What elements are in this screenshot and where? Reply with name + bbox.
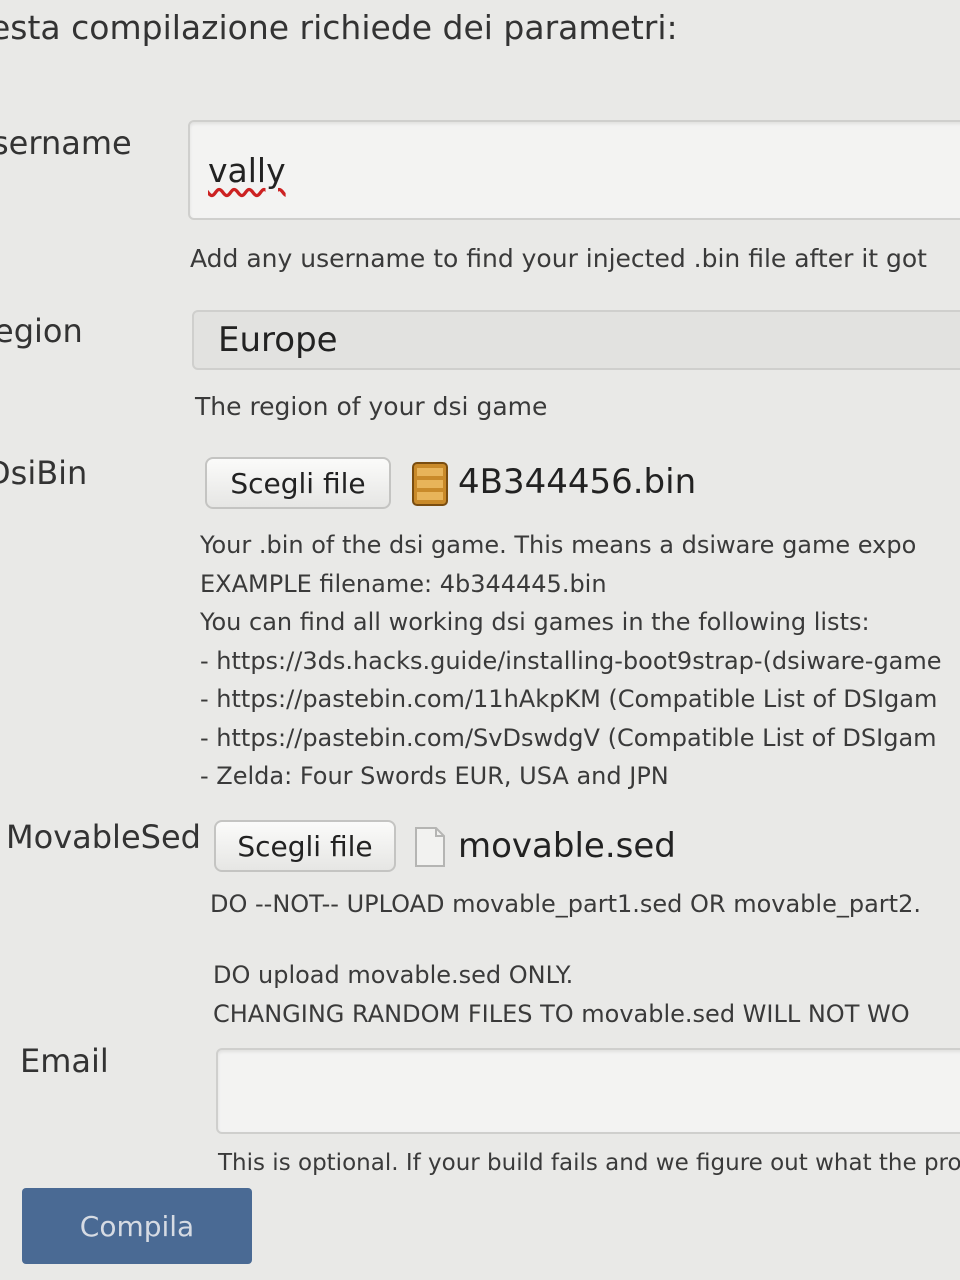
region-label: egion (0, 312, 83, 350)
compila-submit-button[interactable]: Compila (22, 1188, 252, 1264)
movablesed-choose-file-button[interactable]: Scegli file (214, 820, 396, 872)
movablesed-help: DO upload movable.sed ONLY. CHANGING RAN… (213, 956, 910, 1033)
username-value: vally (208, 150, 286, 190)
dsibin-help-link[interactable]: - https://3ds.hacks.guide/installing-boo… (200, 642, 942, 681)
compile-form-page: esta compilazione richiede dei parametri… (0, 0, 960, 1280)
email-input[interactable] (216, 1048, 960, 1134)
dsibin-help-link[interactable]: - https://pastebin.com/11hAkpKM (Compati… (200, 680, 942, 719)
dsibin-help-line: You can find all working dsi games in th… (200, 608, 870, 636)
email-label: Email (20, 1042, 109, 1080)
movablesed-help-line: DO upload movable.sed ONLY. (213, 961, 574, 989)
dsibin-help-link[interactable]: - https://pastebin.com/SvDswdgV (Compati… (200, 719, 942, 758)
username-help: Add any username to find your injected .… (190, 244, 927, 273)
dsibin-help-line: EXAMPLE filename: 4b344445.bin (200, 569, 607, 598)
username-label: sername (0, 124, 132, 162)
movablesed-warning: DO --NOT-- UPLOAD movable_part1.sed OR m… (210, 890, 921, 918)
dsibin-help-line: - Zelda: Four Swords EUR, USA and JPN (200, 762, 669, 790)
username-input[interactable]: vally (188, 120, 960, 220)
movablesed-help-line: CHANGING RANDOM FILES TO movable.sed WIL… (213, 999, 910, 1028)
blank-file-icon (414, 826, 446, 872)
form-heading: esta compilazione richiede dei parametri… (0, 8, 678, 47)
dsibin-file-name: 4B344456.bin (458, 462, 697, 502)
movablesed-file-name: movable.sed (458, 826, 676, 866)
bin-file-icon (412, 462, 448, 510)
email-help: This is optional. If your build fails an… (218, 1150, 960, 1176)
movablesed-label: MovableSed (6, 818, 201, 856)
region-select[interactable]: Europe (192, 310, 960, 370)
region-help: The region of your dsi game (195, 392, 548, 421)
dsibin-choose-file-button[interactable]: Scegli file (205, 457, 391, 509)
region-selected-value: Europe (218, 320, 338, 360)
dsibin-label: DsiBin (0, 454, 88, 492)
dsibin-help: Your .bin of the dsi game. This means a … (200, 526, 942, 796)
dsibin-help-line: Your .bin of the dsi game. This means a … (200, 531, 917, 559)
